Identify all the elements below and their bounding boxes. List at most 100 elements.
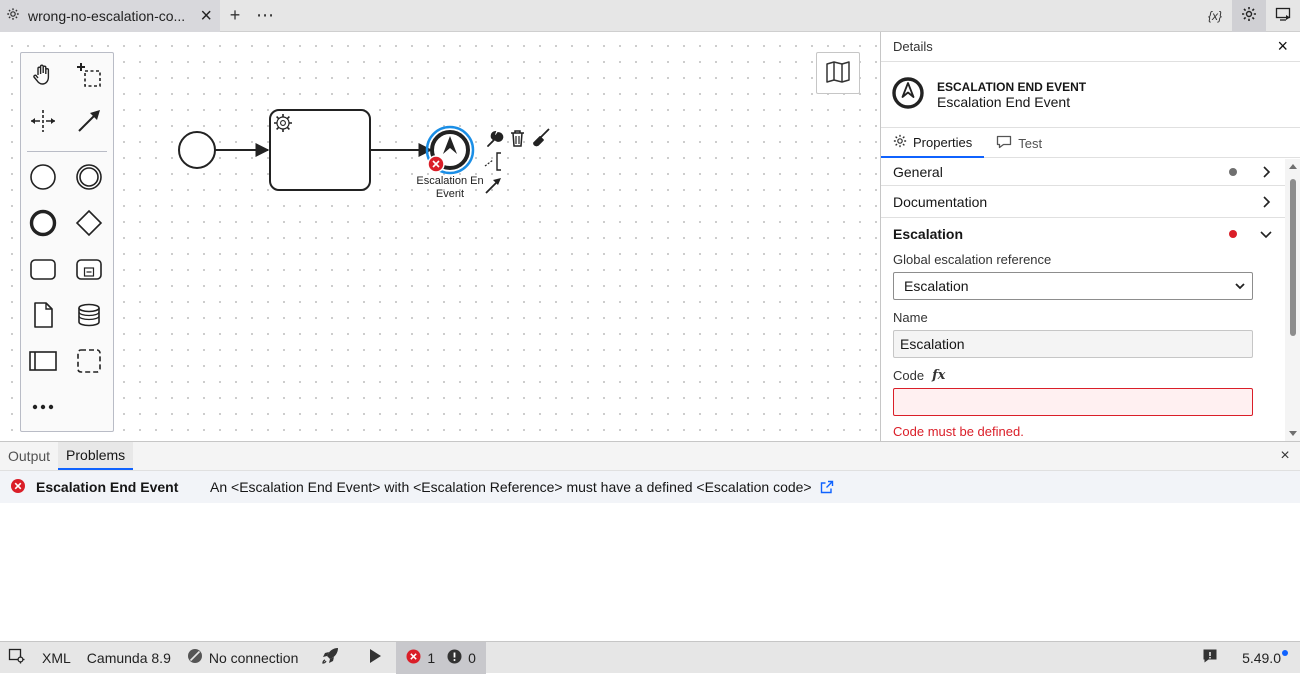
group-general-title: General <box>893 164 943 180</box>
wrench-icon[interactable] <box>487 130 504 147</box>
tab-overflow-button[interactable]: ⋯ <box>250 0 280 32</box>
problems-toggle[interactable]: 1 0 <box>396 641 486 674</box>
external-link-icon[interactable] <box>820 480 834 494</box>
bottom-panel: Output Problems × Escalation End Event A… <box>0 441 1300 641</box>
variables-icon: {x} <box>1207 8 1222 23</box>
details-panel-header: Details × <box>881 32 1300 62</box>
name-value: Escalation <box>900 336 965 352</box>
settings-panel-icon <box>8 647 26 668</box>
gear-icon <box>1241 6 1257 25</box>
diagram-canvas[interactable]: Escalation En Event <box>0 32 880 441</box>
scroll-down-icon[interactable] <box>1289 431 1297 436</box>
group-documentation-title: Documentation <box>893 193 988 210</box>
problem-message: An <Escalation End Event> with <Escalati… <box>210 479 812 495</box>
deploy-panel-toggle[interactable] <box>1266 0 1300 32</box>
settings-toggle[interactable] <box>0 642 34 674</box>
group-general[interactable]: General <box>881 159 1285 186</box>
global-ref-label: Global escalation reference <box>893 252 1052 267</box>
escalation-end-event-icon <box>891 76 925 113</box>
scroll-up-icon[interactable] <box>1289 164 1297 169</box>
error-count: 1 <box>427 649 436 666</box>
group-escalation-error-dot <box>1229 230 1237 238</box>
gear-icon <box>893 134 907 151</box>
escalation-label-line2: Event <box>435 188 465 200</box>
paintbrush-icon[interactable] <box>533 128 550 147</box>
bpmn-diagram <box>178 109 550 194</box>
bottom-tabs: Output Problems × <box>0 442 1300 471</box>
deploy-button[interactable] <box>306 642 354 674</box>
name-input[interactable]: Escalation <box>893 330 1253 358</box>
warning-count-icon <box>447 649 462 667</box>
code-label-row: Code fx <box>893 368 1273 383</box>
tab-properties[interactable]: Properties <box>881 128 985 158</box>
escalation-entries: Global escalation reference Escalation N… <box>881 252 1285 439</box>
group-general-dot <box>1229 168 1237 176</box>
start-event[interactable] <box>178 131 216 169</box>
code-label: Code <box>893 368 925 383</box>
group-documentation[interactable]: Documentation <box>881 186 1285 218</box>
close-tab-icon[interactable]: × <box>200 6 212 26</box>
gear-icon <box>6 7 20 24</box>
connection-status[interactable]: No connection <box>179 642 307 674</box>
properties-body: General Documentation Escalation Global … <box>881 159 1285 441</box>
close-details-icon[interactable]: × <box>1277 36 1288 57</box>
variables-button[interactable]: {x} <box>1198 0 1232 32</box>
error-icon <box>10 478 26 497</box>
version-label: 5.49.0 <box>1242 649 1281 666</box>
name-label: Name <box>893 310 928 325</box>
delete-icon[interactable] <box>511 130 524 147</box>
group-escalation-title: Escalation <box>893 226 964 242</box>
chevron-down-icon <box>1260 231 1272 239</box>
monitor-play-icon <box>1275 6 1291 25</box>
warning-count: 0 <box>468 649 476 666</box>
add-tab-button[interactable]: + <box>220 0 250 32</box>
details-panel: Details × ESCALATION END EVENT Escalatio… <box>880 32 1300 441</box>
update-dot <box>1282 649 1288 656</box>
tab-test-label: Test <box>1018 135 1043 151</box>
connection-label: No connection <box>208 649 299 666</box>
scrollbar-thumb[interactable] <box>1290 179 1296 336</box>
chevron-right-icon <box>1263 166 1271 178</box>
chevron-down-icon <box>1235 283 1245 290</box>
close-bottom-panel-icon[interactable]: × <box>1270 442 1300 470</box>
element-header: ESCALATION END EVENT Escalation End Even… <box>881 62 1300 128</box>
error-marker-icon <box>427 155 445 173</box>
problem-row[interactable]: Escalation End Event An <Escalation End … <box>0 471 1300 503</box>
chevron-right-icon <box>1263 195 1271 208</box>
tab-output[interactable]: Output <box>0 442 58 470</box>
tab-properties-label: Properties <box>913 134 973 150</box>
feedback-button[interactable] <box>1188 642 1232 674</box>
properties-panel-toggle[interactable] <box>1232 0 1266 32</box>
feedback-icon <box>1202 648 1218 667</box>
global-escalation-value: Escalation <box>904 278 969 294</box>
tab-test[interactable]: Test <box>984 128 1054 158</box>
tab-bar: wrong-no-escalation-co... × + ⋯ {x} <box>0 0 1300 32</box>
xml-button[interactable]: XML <box>34 642 79 674</box>
version-button[interactable]: 5.49.0 <box>1232 642 1300 674</box>
tab-problems[interactable]: Problems <box>58 442 134 470</box>
service-task-gear-icon <box>274 114 292 132</box>
engine-version-button[interactable]: Camunda 8.9 <box>79 642 179 674</box>
escalation-label-line1: Escalation En <box>416 175 484 187</box>
code-input[interactable] <box>893 388 1253 416</box>
play-icon <box>368 648 382 667</box>
element-name: Escalation End Event <box>937 93 1071 110</box>
run-button[interactable] <box>354 642 396 674</box>
rocket-icon <box>320 646 340 669</box>
file-tab-title: wrong-no-escalation-co... <box>28 7 186 24</box>
details-panel-title: Details <box>893 39 933 54</box>
code-error-message: Code must be defined. <box>893 424 1024 439</box>
properties-scrollbar[interactable] <box>1285 159 1300 441</box>
group-escalation[interactable]: Escalation <box>881 218 1285 250</box>
global-escalation-select[interactable]: Escalation <box>893 272 1253 300</box>
chat-icon <box>996 135 1012 152</box>
no-connection-icon <box>187 648 203 667</box>
error-count-icon <box>406 649 421 667</box>
details-tabs: Properties Test <box>881 128 1300 158</box>
text-annotation-icon[interactable] <box>484 152 501 171</box>
element-type: ESCALATION END EVENT <box>937 79 1087 94</box>
status-bar: XML Camunda 8.9 No connection 1 0 5.49.0 <box>0 641 1300 674</box>
file-tab[interactable]: wrong-no-escalation-co... × <box>0 0 220 32</box>
fx-icon[interactable]: fx <box>932 368 945 383</box>
service-task[interactable] <box>269 109 371 191</box>
